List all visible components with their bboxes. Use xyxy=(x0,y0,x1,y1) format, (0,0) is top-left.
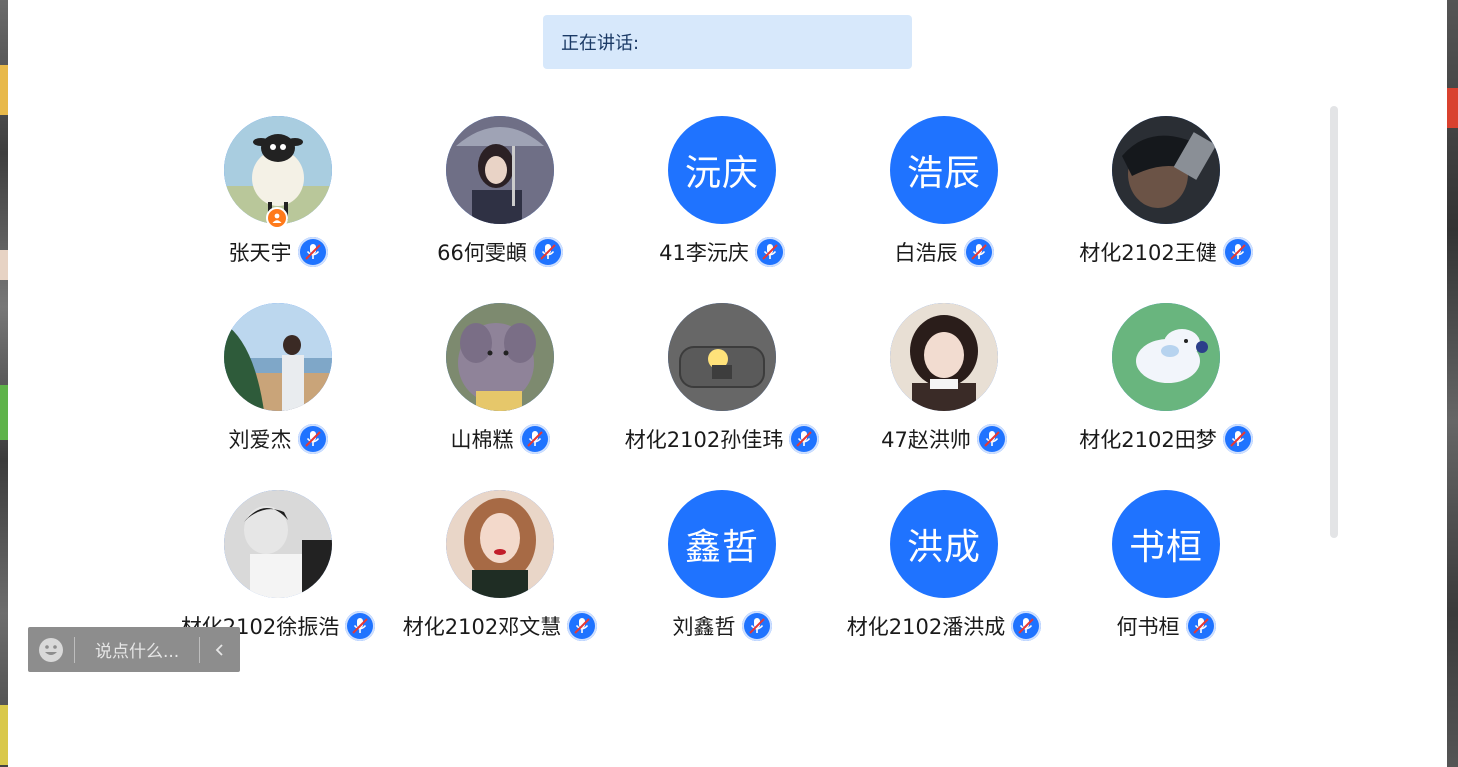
participant-tile[interactable]: 洪成材化2102潘洪成 xyxy=(833,490,1055,660)
avatar[interactable]: 浩辰 xyxy=(890,116,998,224)
avatar[interactable]: 书桓 xyxy=(1112,490,1220,598)
avatar[interactable] xyxy=(446,116,554,224)
avatar[interactable] xyxy=(224,303,332,411)
speaking-indicator: 正在讲话: xyxy=(543,15,912,69)
scrollbar[interactable] xyxy=(1330,106,1338,538)
mic-muted-icon[interactable] xyxy=(976,424,1007,454)
mic-muted-icon[interactable] xyxy=(963,237,994,267)
participant-name-row: 材化2102王健 xyxy=(1035,235,1297,269)
host-person-icon xyxy=(266,207,288,229)
participant-name: 刘鑫哲 xyxy=(672,615,736,639)
avatar-initials: 浩辰 xyxy=(906,153,981,194)
participant-name: 47赵洪帅 xyxy=(881,428,971,452)
mic-muted-icon[interactable] xyxy=(741,611,772,641)
participant-name-row: 何书桓 xyxy=(1035,609,1297,643)
chat-input-bar[interactable]: 说点什么... xyxy=(28,627,240,672)
avatar[interactable] xyxy=(1112,303,1220,411)
desktop-app-chip xyxy=(1447,88,1458,128)
avatar-initials: 书桓 xyxy=(1128,527,1203,568)
participant-tile[interactable]: 材化2102邓文慧 xyxy=(389,490,611,660)
mic-muted-icon[interactable] xyxy=(1185,611,1216,641)
mic-muted-icon[interactable] xyxy=(297,237,328,267)
participant-tile[interactable]: 沅庆 41李沅庆 xyxy=(611,116,833,286)
emoji-icon[interactable] xyxy=(28,627,74,672)
participant-name: 刘爱杰 xyxy=(228,428,292,452)
avatar[interactable]: 洪成 xyxy=(890,490,998,598)
mic-muted-icon[interactable] xyxy=(1222,237,1253,267)
avatar-initials: 鑫哲 xyxy=(684,527,759,568)
desktop-edge-left xyxy=(0,0,8,767)
participant-tile[interactable]: 刘爱杰 xyxy=(167,303,389,473)
speaking-label: 正在讲话: xyxy=(561,33,640,54)
participant-name: 材化2102田梦 xyxy=(1079,428,1217,452)
participant-name: 材化2102邓文慧 xyxy=(402,615,562,639)
participant-tile[interactable]: 材化2102王健 xyxy=(1055,116,1277,286)
avatar[interactable] xyxy=(668,303,776,411)
chevron-left-icon[interactable] xyxy=(200,627,240,672)
participant-name: 材化2102潘洪成 xyxy=(846,615,1006,639)
participant-name: 白浩辰 xyxy=(894,241,958,265)
participant-tile[interactable]: 鑫哲刘鑫哲 xyxy=(611,490,833,660)
avatar[interactable] xyxy=(1112,116,1220,224)
participant-name: 66何雯頔 xyxy=(437,241,527,265)
mic-muted-icon[interactable] xyxy=(297,424,328,454)
participant-name: 材化2102孙佳玮 xyxy=(624,428,784,452)
avatar-initials: 沅庆 xyxy=(684,153,759,194)
participant-name: 何书桓 xyxy=(1116,615,1180,639)
participant-tile[interactable]: 66何雯頔 xyxy=(389,116,611,286)
participant-tile[interactable]: 书桓何书桓 xyxy=(1055,490,1277,660)
avatar[interactable]: 沅庆 xyxy=(668,116,776,224)
participant-tile[interactable]: 浩辰白浩辰 xyxy=(833,116,1055,286)
avatar-initials: 洪成 xyxy=(906,527,981,568)
avatar[interactable] xyxy=(446,303,554,411)
participant-name: 41李沅庆 xyxy=(659,241,749,265)
participant-name: 张天宇 xyxy=(228,241,292,265)
participant-tile[interactable]: 材化2102孙佳玮 xyxy=(611,303,833,473)
participant-name: 山棉糕 xyxy=(450,428,514,452)
chat-input[interactable]: 说点什么... xyxy=(75,637,199,662)
avatar[interactable]: 鑫哲 xyxy=(668,490,776,598)
participant-tile[interactable]: 山棉糕 xyxy=(389,303,611,473)
avatar[interactable] xyxy=(446,490,554,598)
avatar[interactable] xyxy=(224,490,332,598)
avatar[interactable] xyxy=(890,303,998,411)
participant-tile[interactable]: 张天宇 xyxy=(167,116,389,286)
meeting-window: 正在讲话: 张天宇 66何雯頔 沅庆 41李沅庆 浩辰 白浩辰 材化2102王健 刘爱杰 山棉糕… xyxy=(8,0,1447,767)
desktop-edge-right xyxy=(1447,0,1458,767)
mic-muted-icon[interactable] xyxy=(1222,424,1253,454)
participant-name: 材化2102王健 xyxy=(1079,241,1217,265)
participant-name-row: 材化2102田梦 xyxy=(1035,422,1297,456)
mic-muted-icon[interactable] xyxy=(519,424,550,454)
participant-tile[interactable]: 材化2102田梦 xyxy=(1055,303,1277,473)
mic-muted-icon[interactable] xyxy=(532,237,563,267)
mic-muted-icon[interactable] xyxy=(754,237,785,267)
participant-tile[interactable]: 47赵洪帅 xyxy=(833,303,1055,473)
